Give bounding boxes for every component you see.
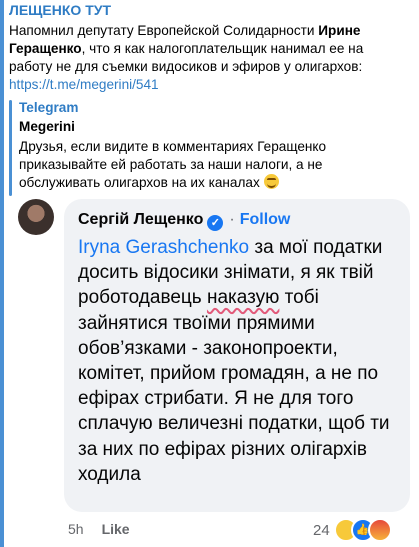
post-link[interactable]: https://t.me/megerini/541 (9, 77, 159, 92)
grinning-face-icon (263, 174, 279, 189)
quote-author: Megerini (19, 119, 75, 134)
quote-text-body: Друзья, если видите в комментариях Геращ… (19, 139, 327, 190)
underlined-word: наказую (206, 287, 280, 309)
comment-text: Iryna Gerashchenko за мої податки досить… (78, 235, 400, 487)
comment-bubble: Сергій Лещенко ✓ · Follow Iryna Gerashchenk… (64, 199, 410, 512)
verified-check-icon: ✓ (207, 215, 224, 231)
like-button[interactable]: Like (102, 521, 130, 537)
angry-reaction-icon (367, 518, 392, 542)
comment-meta: 5h Like (68, 521, 130, 537)
reactions[interactable]: 24 👍 (313, 518, 392, 542)
avatar[interactable] (18, 199, 54, 235)
quoted-message[interactable]: Telegram Megerini Друзья, если видите в … (9, 100, 409, 196)
post-text-part1: Напомнил депутату Европейской Солидарнос… (9, 23, 319, 38)
separator-dot: · (229, 211, 235, 228)
reaction-count: 24 (313, 521, 330, 539)
comment-header: Сергій Лещенко ✓ · Follow (78, 211, 290, 231)
facebook-comment-screenshot: Сергій Лещенко ✓ · Follow Iryna Gerashchenk… (9, 197, 419, 547)
comment-text-after: тобі зайнятися твоїми прямими обов’язкам… (78, 287, 390, 485)
comment-author[interactable]: Сергій Лещенко (78, 211, 203, 228)
quote-source: Telegram (19, 100, 79, 115)
comment-time[interactable]: 5h (68, 521, 84, 537)
left-accent-bar (0, 0, 4, 547)
quote-bar (9, 100, 12, 196)
channel-name[interactable]: ЛЕЩЕНКО ТУТ (9, 2, 111, 18)
mention-link[interactable]: Iryna Gerashchenko (78, 237, 249, 258)
quote-text: Друзья, если видите в комментариях Геращ… (19, 138, 404, 192)
follow-button[interactable]: Follow (240, 211, 291, 228)
post-text: Напомнил депутату Европейской Солидарнос… (9, 22, 409, 94)
